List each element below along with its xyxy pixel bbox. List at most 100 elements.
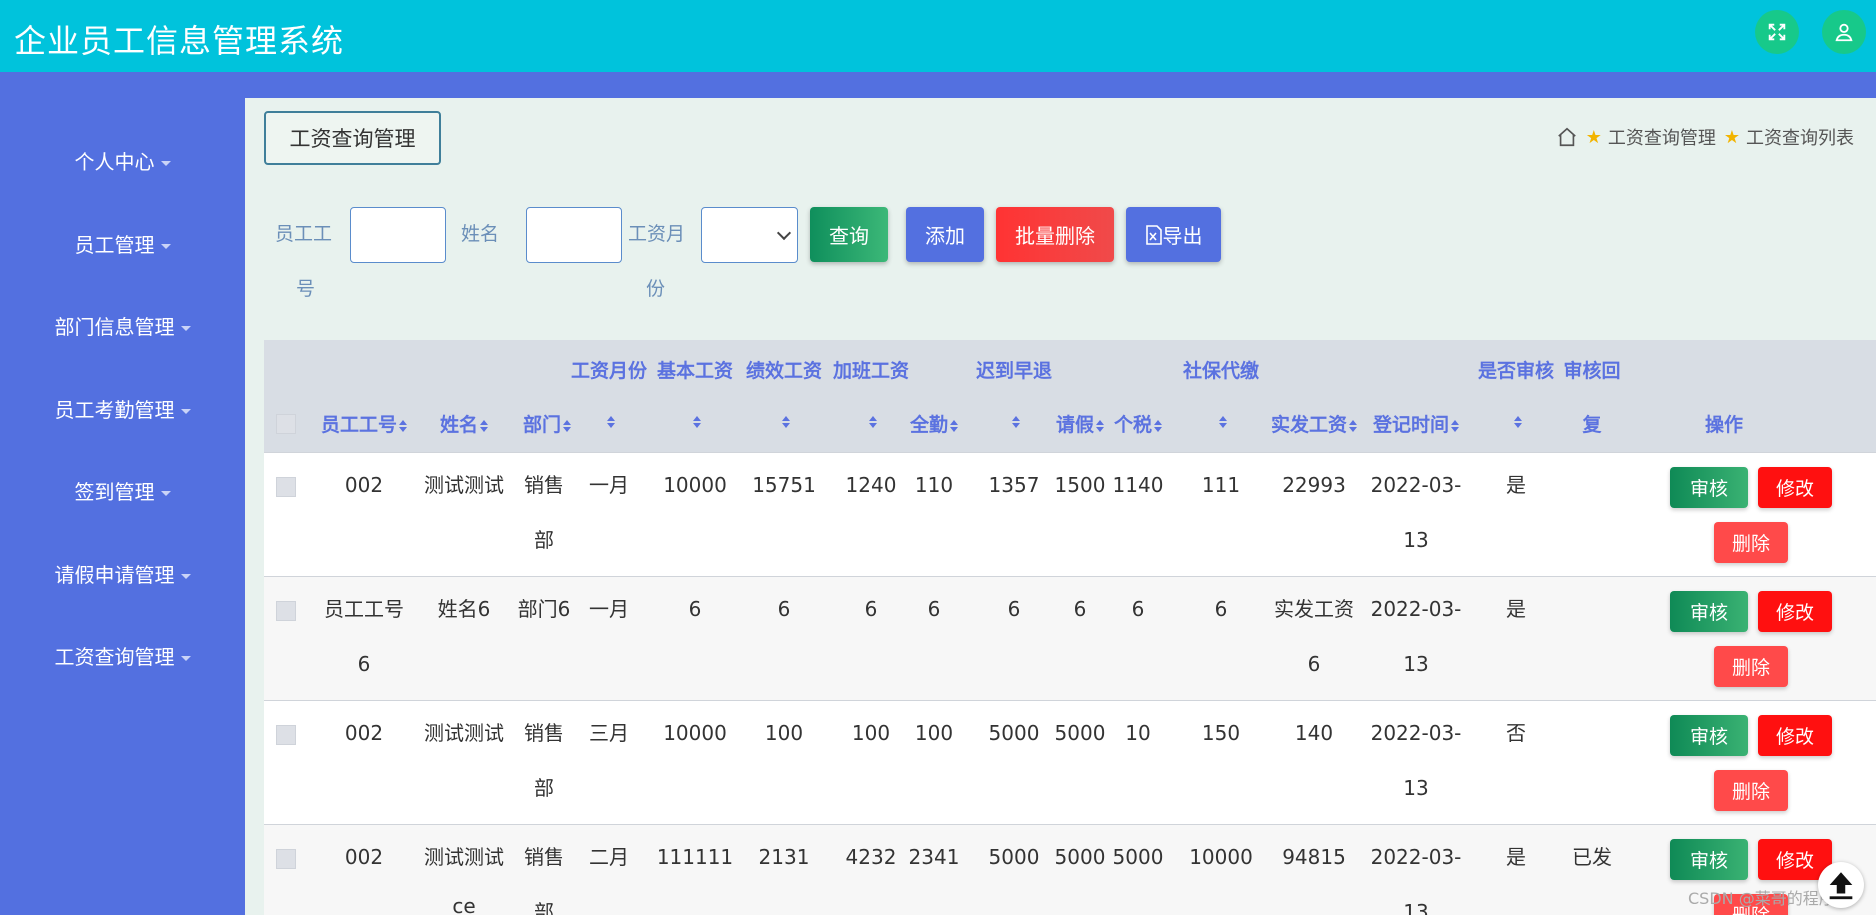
sort-icon [399, 419, 407, 432]
col-label: 部门 [522, 414, 561, 436]
row-checkbox[interactable] [276, 477, 296, 497]
add-button[interactable]: 添加 [906, 207, 984, 262]
cell-dept-cont: 部 [534, 776, 554, 800]
col-label: 全勤 [909, 414, 948, 436]
col-overtime-sort[interactable] [867, 410, 877, 432]
caret-down-icon [160, 244, 171, 249]
col-late[interactable]: 迟到早退 [972, 356, 1056, 383]
sidebar-item-label: 签到管理 [74, 480, 155, 504]
edit-button[interactable]: 修改 [1758, 467, 1832, 508]
col-social-sort[interactable] [1217, 410, 1227, 432]
cell-late: 1357 [988, 473, 1040, 497]
cell-month: 二月 [589, 845, 629, 869]
col-attend[interactable]: 全勤 [904, 410, 964, 437]
col-net[interactable]: 实发工资 [1264, 410, 1364, 437]
select-all-checkbox[interactable] [276, 414, 296, 434]
home-icon[interactable] [1556, 126, 1578, 148]
cell-attend: 6 [927, 597, 941, 621]
sidebar-item-personal-center[interactable]: 个人中心 [0, 146, 245, 175]
edit-button[interactable]: 修改 [1758, 715, 1832, 756]
chevron-down-icon [776, 225, 792, 241]
col-reg-time[interactable]: 登记时间 [1364, 410, 1468, 437]
edit-button[interactable]: 修改 [1758, 591, 1832, 632]
col-label: 实发工资 [1270, 414, 1347, 436]
col-dept[interactable]: 部门 [509, 410, 585, 437]
emp-no-input[interactable] [350, 207, 446, 263]
col-audited-sort[interactable] [1512, 410, 1522, 432]
col-base-sort[interactable] [691, 410, 701, 432]
col-month[interactable]: 工资月份 [567, 356, 651, 383]
col-tax[interactable]: 个税 [1110, 410, 1166, 437]
delete-button[interactable]: 删除 [1714, 522, 1788, 563]
cell-net-cont: 6 [1307, 652, 1321, 676]
month-select[interactable] [701, 207, 798, 263]
sort-icon [782, 415, 790, 428]
top-header: 企业员工信息管理系统 [0, 0, 1876, 72]
sidebar-item-label: 请假申请管理 [54, 563, 175, 587]
delete-button[interactable]: 删除 [1714, 646, 1788, 687]
delete-button[interactable]: 删除 [1714, 770, 1788, 811]
section-title[interactable]: 工资查询管理 [264, 111, 441, 165]
sidebar-item-label: 员工管理 [74, 233, 155, 257]
query-button[interactable]: 查询 [810, 207, 888, 262]
sidebar-item-label: 部门信息管理 [54, 315, 175, 339]
sidebar-item-signin[interactable]: 签到管理 [0, 476, 245, 505]
cell-late: 5000 [988, 721, 1040, 745]
month-label: 工资月 [628, 223, 686, 245]
row-checkbox[interactable] [276, 849, 296, 869]
col-perf[interactable]: 绩效工资 [742, 356, 826, 383]
row-checkbox[interactable] [276, 601, 296, 621]
cell-net: 140 [1294, 721, 1334, 745]
sort-icon [1096, 419, 1104, 432]
sort-icon [480, 419, 488, 432]
col-overtime[interactable]: 加班工资 [829, 356, 913, 383]
sort-icon [1451, 419, 1459, 432]
audit-button[interactable]: 审核 [1670, 715, 1748, 756]
export-button[interactable]: 导出 [1126, 207, 1221, 262]
sidebar-item-leave[interactable]: 请假申请管理 [0, 559, 245, 588]
cell-overtime: 4232 [845, 845, 897, 869]
cell-base: 10000 [663, 721, 727, 745]
cell-emp-no-cont: 6 [357, 652, 371, 676]
cell-month: 一月 [589, 473, 629, 497]
cell-overtime: 1240 [845, 473, 897, 497]
caret-down-icon [160, 161, 171, 166]
user-menu-button[interactable] [1822, 10, 1866, 54]
cell-base: 10000 [663, 473, 727, 497]
cell-reg-time-cont: 13 [1403, 776, 1429, 800]
fullscreen-button[interactable] [1755, 10, 1799, 54]
cell-name: 测试测试 [424, 473, 504, 497]
sidebar-item-employees[interactable]: 员工管理 [0, 229, 245, 258]
cell-reg-time: 2022-03- [1370, 473, 1462, 497]
name-input[interactable] [526, 207, 622, 263]
col-name[interactable]: 姓名 [419, 410, 509, 437]
col-label: 登记时间 [1372, 414, 1449, 436]
audit-button[interactable]: 审核 [1670, 467, 1748, 508]
col-perf-sort[interactable] [780, 410, 790, 432]
col-emp-no[interactable]: 员工工号 [309, 410, 419, 437]
col-social[interactable]: 社保代缴 [1179, 356, 1263, 383]
cell-name: 姓名6 [437, 597, 491, 621]
cell-tax: 5000 [1112, 845, 1164, 869]
sidebar-item-salary[interactable]: 工资查询管理 [0, 641, 245, 670]
audit-button[interactable]: 审核 [1670, 839, 1748, 880]
col-base[interactable]: 基本工资 [653, 356, 737, 383]
col-late-sort[interactable] [1010, 410, 1020, 432]
back-to-top-button[interactable] [1818, 862, 1864, 908]
audit-button[interactable]: 审核 [1670, 591, 1748, 632]
sidebar-item-departments[interactable]: 部门信息管理 [0, 311, 245, 340]
col-month-sort[interactable] [605, 410, 615, 432]
batch-delete-button[interactable]: 批量删除 [996, 207, 1114, 262]
cell-audited: 是 [1506, 473, 1526, 497]
emp-no-label-cont: 号 [296, 278, 316, 300]
col-label: 员工工号 [320, 414, 397, 436]
col-leave[interactable]: 请假 [1050, 410, 1110, 437]
cell-month: 一月 [589, 597, 629, 621]
sidebar-item-attendance[interactable]: 员工考勤管理 [0, 394, 245, 423]
row-checkbox[interactable] [276, 725, 296, 745]
breadcrumb-item[interactable]: 工资查询管理 [1608, 124, 1716, 150]
cell-tax: 1140 [1112, 473, 1164, 497]
cell-reg-time-cont: 13 [1403, 652, 1429, 676]
cell-social: 150 [1201, 721, 1241, 745]
col-audited[interactable]: 是否审核 [1474, 356, 1558, 383]
